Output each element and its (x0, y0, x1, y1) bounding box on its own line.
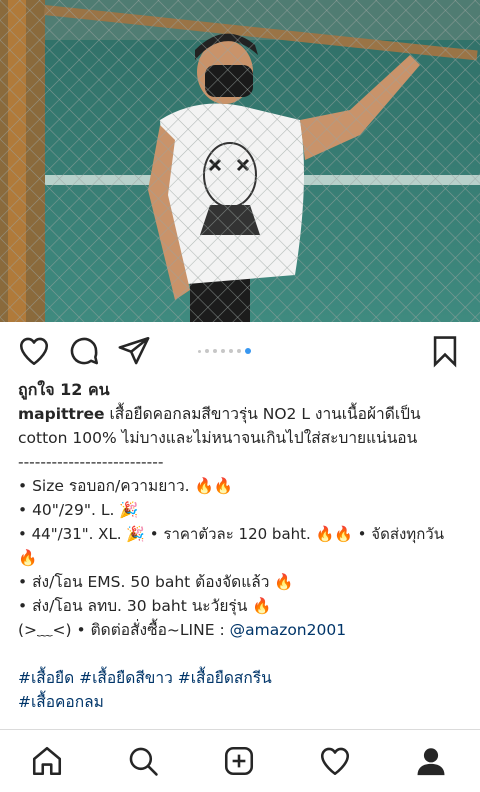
paper-plane-icon[interactable] (117, 334, 151, 368)
username-link[interactable]: mapittree (18, 405, 105, 423)
caption-divider: -------------------------- (18, 453, 164, 471)
carousel-dot (237, 349, 241, 353)
caption-line: 🔥 (18, 549, 38, 567)
search-icon[interactable] (126, 744, 160, 778)
carousel-dot (213, 349, 217, 353)
caption-line: cotton 100% ไม่บางและไม่หนาจนเกินไปใส่สะ… (18, 429, 418, 447)
carousel-dot (229, 349, 233, 353)
likes-count[interactable]: ถูกใจ 12 คน (18, 378, 466, 402)
post-caption: ถูกใจ 12 คน mapittree เสื้อยืดคอกลมสีขาว… (18, 378, 466, 714)
caption-line: mapittree เสื้อยืดคอกลมสีขาวรุ่น NO2 L ง… (18, 402, 466, 426)
comment-icon[interactable] (67, 334, 101, 368)
contact-prefix: (>﹏<) • ติดต่อสั่งซื้อ~LINE : (18, 621, 230, 639)
add-post-icon[interactable] (222, 744, 256, 778)
caption-line: • Size รอบอก/ความยาว. 🔥🔥 (18, 477, 234, 495)
post-image (0, 0, 480, 322)
carousel-dot-active (245, 348, 251, 354)
carousel-dot (205, 349, 209, 353)
activity-heart-icon[interactable] (318, 744, 352, 778)
caption-line: • 40"/29". L. 🎉 (18, 501, 139, 519)
contact-line: (>﹏<) • ติดต่อสั่งซื้อ~LINE : @amazon200… (18, 618, 466, 642)
home-icon[interactable] (30, 744, 64, 778)
bookmark-icon[interactable] (428, 334, 462, 368)
caption-line: • ส่ง/โอน EMS. 50 baht ต้องจัดแล้ว 🔥 (18, 573, 294, 591)
carousel-indicator (198, 347, 251, 355)
carousel-dot (198, 349, 201, 353)
caption-line: • ส่ง/โอน ลทบ. 30 baht นะวัยรุ่น 🔥 (18, 597, 272, 615)
profile-icon[interactable] (414, 744, 448, 778)
bottom-navigation (0, 729, 480, 792)
hashtag-link[interactable]: #เสื้อคอกลม (18, 690, 466, 714)
carousel-dot (221, 349, 225, 353)
heart-icon[interactable] (17, 334, 51, 368)
hashtags-line[interactable]: #เสื้อยืด #เสื้อยืดสีขาว #เสื้อยืดสกรีน (18, 666, 466, 690)
line-id-link[interactable]: @amazon2001 (230, 621, 347, 639)
caption-line: • 44"/31". XL. 🎉 • ราคาตัวละ 120 baht. 🔥… (18, 525, 444, 543)
post-photo[interactable] (0, 0, 480, 322)
caption-text: เสื้อยืดคอกลมสีขาวรุ่น NO2 L งานเนื้อผ้า… (104, 405, 421, 423)
